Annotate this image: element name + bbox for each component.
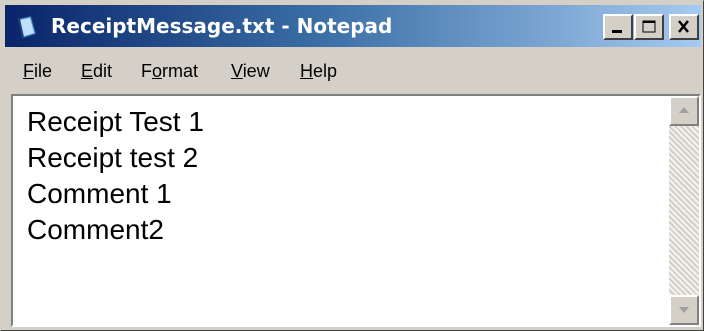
title-bar[interactable]: ReceiptMessage.txt - Notepad: [5, 5, 701, 47]
menu-edit[interactable]: Edit: [81, 60, 112, 82]
maximize-button[interactable]: [634, 14, 664, 40]
notepad-window: ReceiptMessage.txt - Notepad File Edit F…: [0, 0, 704, 331]
notepad-icon[interactable]: [14, 14, 40, 40]
arrow-down-icon: [679, 307, 689, 313]
text-line-4[interactable]: Comment2: [27, 212, 667, 248]
menu-format[interactable]: Format: [141, 60, 198, 82]
text-line-2[interactable]: Receipt test 2: [27, 140, 667, 176]
text-content[interactable]: Receipt Test 1 Receipt test 2 Comment 1 …: [27, 104, 667, 248]
menu-bar: File Edit Format View Help: [5, 48, 701, 92]
menu-help[interactable]: Help: [300, 60, 337, 82]
text-line-1[interactable]: Receipt Test 1: [27, 104, 667, 140]
maximize-icon: [642, 20, 656, 33]
close-button[interactable]: [669, 14, 699, 40]
text-line-3[interactable]: Comment 1: [27, 176, 667, 212]
arrow-up-icon: [679, 107, 689, 113]
window-title: ReceiptMessage.txt - Notepad: [51, 14, 393, 38]
scroll-down-button[interactable]: [669, 295, 699, 325]
vertical-scrollbar[interactable]: [669, 96, 699, 325]
minimize-button[interactable]: [603, 14, 633, 40]
close-icon: [678, 20, 689, 33]
text-editor[interactable]: Receipt Test 1 Receipt test 2 Comment 1 …: [11, 94, 701, 327]
minimize-icon: [612, 30, 622, 33]
menu-file[interactable]: File: [23, 60, 52, 82]
scroll-up-button[interactable]: [669, 96, 699, 126]
menu-view[interactable]: View: [231, 60, 270, 82]
